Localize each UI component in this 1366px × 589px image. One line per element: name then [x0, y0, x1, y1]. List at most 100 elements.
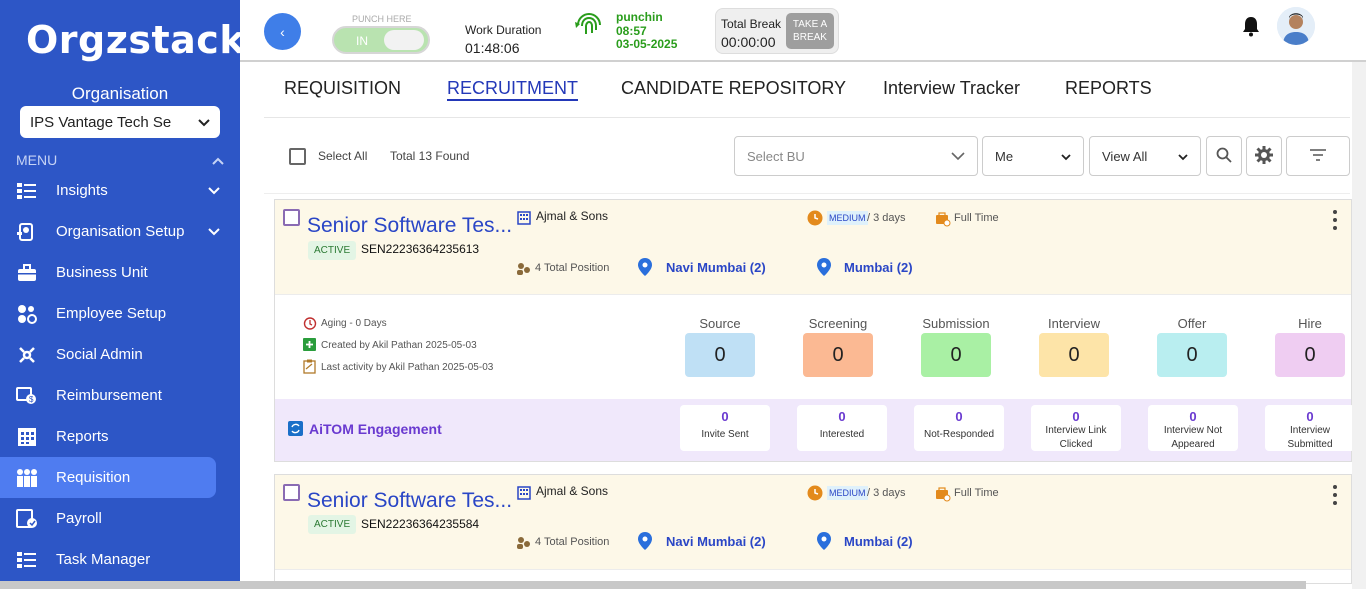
punch-toggle[interactable]: IN: [332, 26, 430, 54]
sidebar-item-business-unit[interactable]: Business Unit: [0, 252, 240, 293]
engagement-label-2: Clicked: [1059, 439, 1093, 450]
engagement-label: Interview Not: [1163, 425, 1223, 436]
sidebar-item-label: Payroll: [56, 510, 102, 527]
avatar[interactable]: [1277, 7, 1315, 45]
sidebar-item-social-admin[interactable]: Social Admin: [0, 334, 240, 375]
settings-button[interactable]: [1246, 136, 1282, 176]
tab-recruitment[interactable]: RECRUITMENT: [447, 78, 578, 101]
punch-toggle-knob: [384, 30, 424, 50]
engagement-submitted[interactable]: 0 Interview Submitted: [1265, 405, 1355, 451]
sidebar-item-employee-setup[interactable]: Employee Setup: [0, 293, 240, 334]
stage-count-hire[interactable]: 0: [1275, 333, 1345, 377]
take-break-line1: TAKE A: [792, 19, 828, 30]
sidebar-nav: Insights Organisation Setup Business Unit E…: [0, 170, 240, 580]
orgzstack-logo[interactable]: Orgzstack: [26, 18, 245, 62]
sidebar-item-label: Organisation Setup: [56, 223, 185, 240]
stage-label-hire: Hire: [1298, 316, 1322, 331]
card-header: Senior Software Tes... ACTIVE SEN2223636…: [275, 475, 1351, 570]
take-break-line2: BREAK: [793, 32, 827, 43]
tab-candidate-repository[interactable]: CANDIDATE REPOSITORY: [621, 78, 846, 99]
more-options-icon[interactable]: [1333, 485, 1337, 510]
engagement-not-responded[interactable]: 0 Not-Responded: [914, 405, 1004, 451]
stage-label-screening: Screening: [808, 316, 868, 331]
chevron-down-icon: [208, 182, 220, 199]
sidebar-item-requisition[interactable]: Requisition: [0, 457, 216, 498]
engagement-link-clicked[interactable]: 0 Interview Link Clicked: [1031, 405, 1121, 451]
sidebar-item-payroll[interactable]: Payroll: [0, 498, 240, 539]
stage-count-submission[interactable]: 0: [921, 333, 991, 377]
engagement-not-appeared[interactable]: 0 Interview Not Appeared: [1148, 405, 1238, 451]
sidebar-item-reports[interactable]: Reports: [0, 416, 240, 457]
more-options-icon[interactable]: [1333, 210, 1337, 235]
sidebar-item-insights[interactable]: Insights: [0, 170, 240, 211]
stage-count-interview[interactable]: 0: [1039, 333, 1109, 377]
search-button[interactable]: [1206, 136, 1242, 176]
gear-icon: [1254, 145, 1274, 168]
engagement-label-2: Appeared: [1171, 439, 1215, 450]
card-title[interactable]: Senior Software Tes...: [307, 214, 512, 238]
requisition-code: SEN22236364235613: [361, 242, 480, 256]
card-checkbox[interactable]: [283, 209, 300, 226]
engagement-interested[interactable]: 0 Interested: [797, 405, 887, 451]
clipboard-icon: [303, 359, 316, 379]
reports-grid-icon: [16, 426, 38, 448]
engagement-label: Interested: [819, 429, 865, 440]
location-2[interactable]: Mumbai (2): [844, 260, 913, 275]
card-checkbox[interactable]: [283, 484, 300, 501]
vertical-scrollbar[interactable]: [1352, 62, 1366, 589]
briefcase-icon: [16, 262, 38, 284]
location-pin-icon: [817, 258, 831, 281]
menu-header[interactable]: MENU: [16, 152, 224, 168]
filter-button[interactable]: [1286, 136, 1350, 176]
sidebar-item-organisation-setup[interactable]: Organisation Setup: [0, 211, 240, 252]
client-name: Ajmal & Sons: [536, 484, 609, 498]
collapse-sidebar-button[interactable]: ‹: [264, 13, 301, 50]
engagement-label: Interview: [1289, 425, 1330, 436]
view-select[interactable]: View All: [1089, 136, 1201, 176]
tab-reports[interactable]: REPORTS: [1065, 78, 1152, 99]
organisation-select[interactable]: IPS Vantage Tech Se: [20, 106, 220, 138]
location-1[interactable]: Navi Mumbai (2): [666, 534, 766, 549]
location-pin-icon: [638, 258, 652, 281]
location-2[interactable]: Mumbai (2): [844, 534, 913, 549]
take-a-break-button[interactable]: TAKE A BREAK: [786, 13, 834, 49]
engagement-count: 0: [838, 409, 846, 424]
sidebar-item-task-manager[interactable]: Task Manager: [0, 539, 240, 580]
stage-count-offer[interactable]: 0: [1157, 333, 1227, 377]
owner-select[interactable]: Me: [982, 136, 1084, 176]
total-found-label: Total 13 Found: [390, 149, 470, 163]
tab-requisition[interactable]: REQUISITION: [284, 78, 401, 99]
sidebar-item-label: Reimbursement: [56, 387, 162, 404]
card-title[interactable]: Senior Software Tes...: [307, 489, 512, 513]
engagement-count: 0: [721, 409, 729, 424]
building-icon: [517, 211, 531, 230]
engagement-label-2: Submitted: [1287, 439, 1333, 450]
select-bu-dropdown[interactable]: Select BU: [734, 136, 978, 176]
total-positions: 4 Total Position: [535, 536, 610, 548]
location-1[interactable]: Navi Mumbai (2): [666, 260, 766, 275]
punchin-date: 03-05-2025: [616, 37, 678, 51]
aitom-engagement-title[interactable]: AiTOM Engagement: [309, 421, 442, 437]
chevron-down-icon: [951, 149, 965, 164]
work-duration-value: 01:48:06: [465, 40, 520, 56]
total-break-panel: Total Break 00:00:00 TAKE A BREAK: [715, 8, 839, 54]
select-all-checkbox[interactable]: [289, 148, 306, 165]
status-badge: ACTIVE: [308, 515, 357, 534]
stage-label-offer: Offer: [1177, 316, 1207, 331]
sidebar-item-label: Insights: [56, 182, 108, 199]
tab-interview-tracker[interactable]: Interview Tracker: [883, 78, 1020, 99]
punchin-info: punchin 08:57 03-05-2025: [616, 10, 678, 52]
task-manager-icon: [16, 549, 38, 571]
priority-badge: MEDIUM: [827, 486, 868, 500]
chevron-down-icon: [1061, 149, 1071, 164]
total-positions: 4 Total Position: [535, 262, 610, 274]
horizontal-scrollbar[interactable]: [0, 581, 1306, 589]
sidebar-item-label: Employee Setup: [56, 305, 167, 322]
stage-count-source[interactable]: 0: [685, 333, 755, 377]
bell-icon[interactable]: [1241, 15, 1261, 42]
engagement-label: Interview Link: [1045, 425, 1107, 436]
sidebar-item-reimbursement[interactable]: $ Reimbursement: [0, 375, 240, 416]
stage-count-screening[interactable]: 0: [803, 333, 873, 377]
plus-square-icon: [303, 338, 316, 356]
engagement-invite-sent[interactable]: 0 Invite Sent: [680, 405, 770, 451]
